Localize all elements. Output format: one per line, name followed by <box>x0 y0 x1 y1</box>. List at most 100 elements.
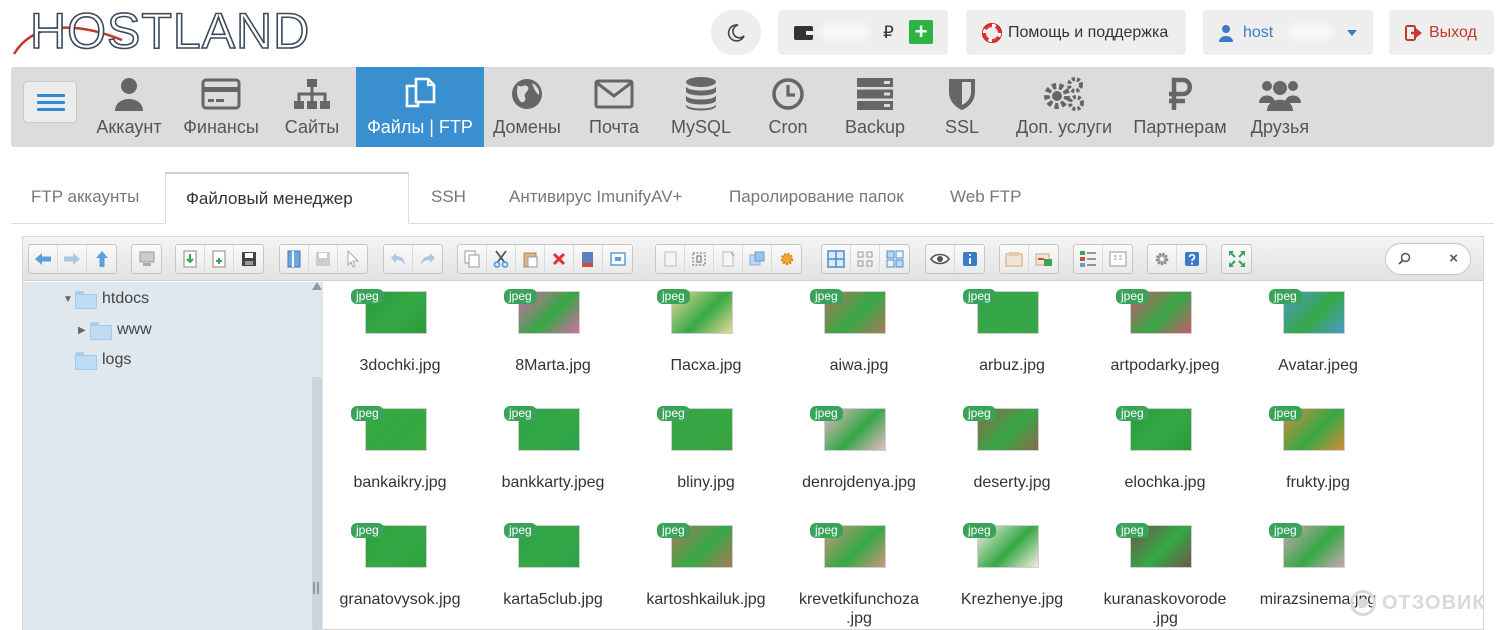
file-item[interactable]: jpeg bankkarty.jpeg <box>478 399 628 516</box>
theme-toggle-button[interactable] <box>711 10 761 55</box>
save-button[interactable] <box>234 245 263 273</box>
moon-icon <box>727 23 745 42</box>
tree-node-logs[interactable]: logs <box>63 348 131 372</box>
file-item[interactable]: jpeg 3dochki.jpg <box>325 282 475 399</box>
tree-node-htdocs[interactable]: ▼ htdocs <box>63 287 149 311</box>
undo-button[interactable] <box>384 245 413 273</box>
columns-button[interactable] <box>1103 245 1132 273</box>
arrow-up-icon <box>95 251 108 267</box>
file-name: bankaikry.jpg <box>353 474 447 491</box>
tab-ftp-accounts[interactable]: FTP аккаунты <box>31 172 139 224</box>
view-icons-button[interactable] <box>822 245 851 273</box>
nav-item-extra-services[interactable]: Доп. услуги <box>1011 67 1117 147</box>
file-item[interactable]: jpeg bliny.jpg <box>631 399 781 516</box>
view-small-icons-button[interactable] <box>851 245 880 273</box>
file-item[interactable]: jpeg frukty.jpg <box>1243 399 1393 516</box>
file-item[interactable]: jpeg kuranaskovorode .jpg <box>1090 516 1240 630</box>
nav-item-account[interactable]: Аккаунт <box>92 67 166 147</box>
gears-icon <box>1044 77 1084 111</box>
nav-item-sites[interactable]: Сайты <box>277 67 347 147</box>
nav-item-mysql[interactable]: MySQL <box>662 67 740 147</box>
paste-button[interactable] <box>516 245 545 273</box>
hamburger-menu-button[interactable] <box>23 81 77 123</box>
archive-button[interactable] <box>1000 245 1029 273</box>
preview-button[interactable] <box>926 245 955 273</box>
file-item[interactable]: jpeg bankaikry.jpg <box>325 399 475 516</box>
file-item[interactable]: jpeg aiwa.jpg <box>784 282 934 399</box>
nav-item-backup[interactable]: Backup <box>837 67 913 147</box>
balance-widget[interactable]: ₽ + <box>778 10 948 55</box>
tab-web-ftp[interactable]: Web FTP <box>950 172 1021 224</box>
file-item[interactable]: jpeg Пасха.jpg <box>631 282 781 399</box>
file-item[interactable]: jpeg artpodarky.jpeg <box>1090 282 1240 399</box>
extract-button[interactable] <box>772 245 801 273</box>
tab-file-manager[interactable]: Файловый менеджер <box>165 172 409 224</box>
file-item[interactable]: jpeg Krezhenye.jpg <box>937 516 1087 630</box>
tab-antivirus[interactable]: Антивирус ImunifyAV+ <box>509 172 682 224</box>
nav-item-domains[interactable]: Домены <box>487 67 567 147</box>
file-item[interactable]: jpeg karta5club.jpg <box>478 516 628 630</box>
new-folder-button[interactable] <box>176 245 205 273</box>
file-name: arbuz.jpg <box>979 357 1045 374</box>
tab-ssh[interactable]: SSH <box>431 172 466 224</box>
trash-button[interactable] <box>574 245 603 273</box>
file-item[interactable]: jpeg Avatar.jpeg <box>1243 282 1393 399</box>
clear-search-icon[interactable]: × <box>1449 250 1458 267</box>
fullscreen-button[interactable] <box>1222 245 1251 273</box>
delete-button[interactable] <box>545 245 574 273</box>
view-tiles-button[interactable] <box>880 245 909 273</box>
nav-item-friends[interactable]: Друзья <box>1245 67 1315 147</box>
nav-item-partners[interactable]: Партнерам <box>1131 67 1229 147</box>
nav-item-ssl[interactable]: SSL <box>931 67 993 147</box>
up-button[interactable] <box>87 245 116 273</box>
open-button[interactable] <box>280 245 309 273</box>
forward-button[interactable] <box>58 245 87 273</box>
scroll-up-icon[interactable] <box>312 282 322 290</box>
sort-button[interactable] <box>1074 245 1103 273</box>
home-button[interactable] <box>132 245 161 273</box>
file-item[interactable]: jpeg kartoshkailuk.jpg <box>631 516 781 630</box>
select-button[interactable] <box>338 245 367 273</box>
select-all-button[interactable] <box>685 245 714 273</box>
nav-item-finances[interactable]: Финансы <box>177 67 265 147</box>
file-item[interactable]: jpeg granatovysok.jpg <box>325 516 475 630</box>
file-name: Avatar.jpeg <box>1278 357 1358 374</box>
file-item[interactable]: jpeg elochka.jpg <box>1090 399 1240 516</box>
nav-item-label: Сайты <box>284 117 340 137</box>
duplicate-button[interactable] <box>656 245 685 273</box>
back-button[interactable] <box>29 245 58 273</box>
save-as-button[interactable] <box>309 245 338 273</box>
cut-button[interactable] <box>487 245 516 273</box>
file-item[interactable]: jpeg krevetkifunchoza .jpg <box>784 516 934 630</box>
unarchive-button[interactable] <box>1029 245 1058 273</box>
nav-item-cron[interactable]: Cron <box>756 67 820 147</box>
rename-button[interactable] <box>714 245 743 273</box>
redo-button[interactable] <box>413 245 442 273</box>
resize-button[interactable] <box>743 245 772 273</box>
logout-button[interactable]: Выход <box>1389 10 1494 55</box>
user-menu-button[interactable]: host <box>1203 10 1373 55</box>
nav-item-mail[interactable]: Почта <box>579 67 649 147</box>
tree-scrollbar[interactable] <box>311 282 323 630</box>
edit-button[interactable] <box>603 245 632 273</box>
new-file-button[interactable] <box>205 245 234 273</box>
help-support-button[interactable]: Помощь и поддержка <box>966 10 1186 55</box>
chevron-right-icon[interactable]: ▶ <box>78 325 90 336</box>
tab-folder-password[interactable]: Паролирование папок <box>729 172 904 224</box>
sort-group <box>1073 244 1133 274</box>
paste-icon <box>523 252 538 268</box>
add-funds-button[interactable]: + <box>909 20 933 44</box>
search-input[interactable]: × <box>1385 243 1471 275</box>
info-button[interactable] <box>955 245 984 273</box>
settings-button[interactable] <box>1148 245 1177 273</box>
file-item[interactable]: jpeg deserty.jpg <box>937 399 1087 516</box>
chevron-down-icon[interactable]: ▼ <box>63 294 75 305</box>
file-item[interactable]: jpeg arbuz.jpg <box>937 282 1087 399</box>
nav-item-files-ftp[interactable]: Файлы | FTP <box>356 67 484 147</box>
file-item[interactable]: jpeg denrojdenya.jpg <box>784 399 934 516</box>
hostland-logo[interactable]: HOSTLAND <box>12 5 310 57</box>
copy-button[interactable] <box>458 245 487 273</box>
tree-node-www[interactable]: ▶ www <box>78 318 152 342</box>
file-item[interactable]: jpeg 8Marta.jpg <box>478 282 628 399</box>
help-button[interactable] <box>1177 245 1206 273</box>
